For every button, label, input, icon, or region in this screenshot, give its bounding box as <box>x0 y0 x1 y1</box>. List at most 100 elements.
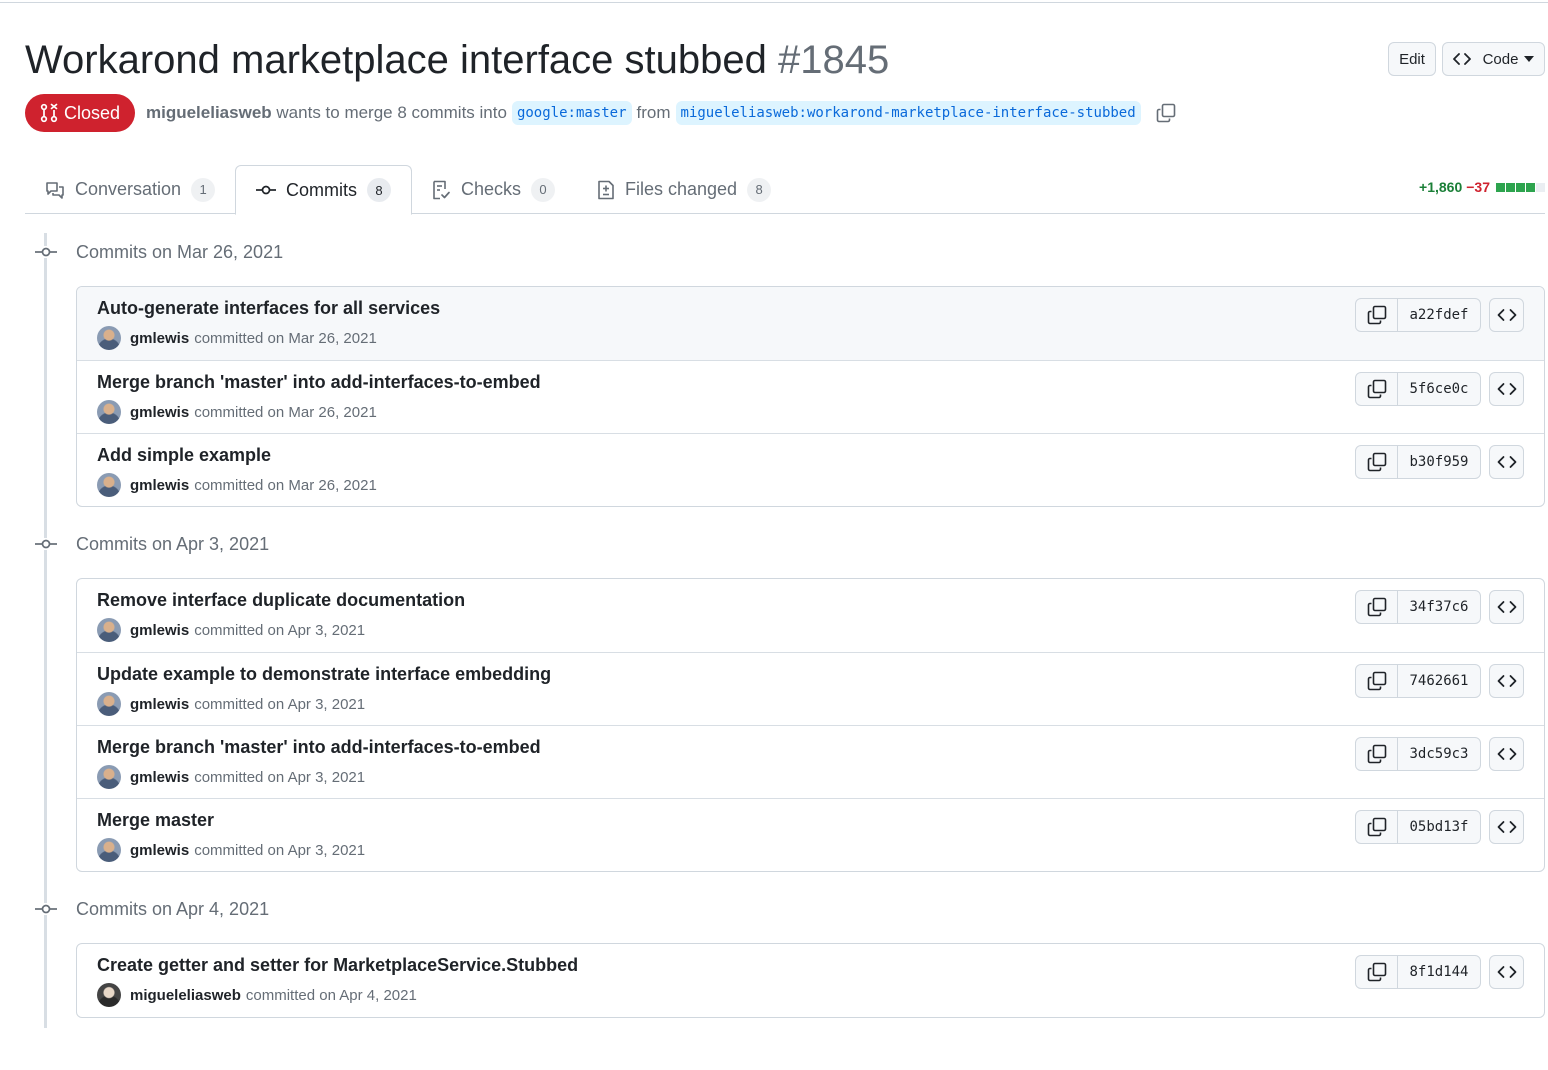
commit-row: Merge master gmlewis committed on Apr 3, 2… <box>77 798 1544 871</box>
avatar[interactable] <box>97 400 121 424</box>
base-branch[interactable]: google:master <box>511 101 632 125</box>
commit-sha[interactable]: 5f6ce0c <box>1398 373 1480 405</box>
commit-author[interactable]: gmlewis <box>130 842 189 859</box>
commit-author[interactable]: gmlewis <box>130 696 189 713</box>
commit-meta: gmlewis committed on Mar 26, 2021 <box>97 326 377 350</box>
commit-author[interactable]: gmlewis <box>130 404 189 421</box>
sha-group: 34f37c6 <box>1355 590 1481 624</box>
commit-message[interactable]: Merge master <box>97 810 214 831</box>
tab-label: Files changed <box>625 179 738 199</box>
deletions-count: −37 <box>1466 179 1490 195</box>
commit-sha[interactable]: 34f37c6 <box>1398 591 1480 623</box>
commit-sha[interactable]: 7462661 <box>1398 665 1480 697</box>
state-badge: Closed <box>25 94 135 132</box>
commit-group-date: Commits on Mar 26, 2021 <box>76 241 284 262</box>
commit-message[interactable]: Merge branch 'master' into add-interface… <box>97 737 541 758</box>
git-commit-icon <box>256 184 276 196</box>
avatar[interactable] <box>97 983 121 1007</box>
tab-label: Conversation <box>75 179 182 199</box>
tab-files-changed[interactable]: Files changed 8 <box>597 165 772 214</box>
commit-row: Create getter and setter for Marketplace… <box>77 944 1544 1017</box>
commit-message[interactable]: Auto-generate interfaces for all service… <box>97 298 440 319</box>
copy-sha-icon[interactable] <box>1356 811 1398 843</box>
avatar[interactable] <box>97 692 121 716</box>
commit-sha[interactable]: a22fdef <box>1398 299 1480 331</box>
copy-sha-icon[interactable] <box>1356 446 1398 478</box>
copy-sha-icon[interactable] <box>1356 665 1398 697</box>
browse-repo-code-icon[interactable] <box>1489 955 1524 989</box>
code-button[interactable]: Code <box>1442 42 1545 76</box>
commit-actions: 7462661 <box>1355 664 1524 698</box>
tab-count: 8 <box>747 177 772 202</box>
tab-conversation[interactable]: Conversation 1 <box>45 165 216 214</box>
avatar[interactable] <box>97 473 121 497</box>
copy-sha-icon[interactable] <box>1356 591 1398 623</box>
commit-author[interactable]: gmlewis <box>130 769 189 786</box>
commit-sha[interactable]: 3dc59c3 <box>1398 738 1480 770</box>
commit-actions: 8f1d144 <box>1355 955 1524 989</box>
avatar[interactable] <box>97 838 121 862</box>
commit-author[interactable]: migueleliasweb <box>130 987 241 1004</box>
tab-commits[interactable]: Commits 8 <box>235 165 412 215</box>
diffstat-blocks <box>1496 182 1545 192</box>
edit-button[interactable]: Edit <box>1388 42 1436 76</box>
commit-author[interactable]: gmlewis <box>130 477 189 494</box>
commit-message[interactable]: Create getter and setter for Marketplace… <box>97 955 578 976</box>
commit-actions: b30f959 <box>1355 445 1524 479</box>
commit-sha[interactable]: b30f959 <box>1398 446 1480 478</box>
commit-meta: gmlewis committed on Apr 3, 2021 <box>97 838 365 862</box>
commit-date: committed on Mar 26, 2021 <box>194 403 377 421</box>
pr-meta-text: migueleliasweb wants to merge 8 commits … <box>146 103 507 123</box>
tab-checks[interactable]: Checks 0 <box>431 165 556 214</box>
diffstat-block-added <box>1496 182 1505 192</box>
pr-author[interactable]: migueleliasweb <box>146 103 272 122</box>
commit-date: committed on Mar 26, 2021 <box>194 329 377 347</box>
avatar[interactable] <box>97 765 121 789</box>
browse-repo-code-icon[interactable] <box>1489 445 1524 479</box>
commit-sha[interactable]: 05bd13f <box>1398 811 1480 843</box>
head-branch[interactable]: migueleliasweb:workarond-marketplace-int… <box>675 101 1141 125</box>
triangle-down-icon <box>1523 56 1534 62</box>
commit-author[interactable]: gmlewis <box>130 330 189 347</box>
commit-group-date: Commits on Apr 4, 2021 <box>76 898 270 919</box>
browse-repo-code-icon[interactable] <box>1489 664 1524 698</box>
commit-row: Merge branch 'master' into add-interface… <box>77 360 1544 433</box>
browse-repo-code-icon[interactable] <box>1489 737 1524 771</box>
avatar[interactable] <box>97 618 121 642</box>
commit-message[interactable]: Merge branch 'master' into add-interface… <box>97 372 541 393</box>
tab-label: Checks <box>461 179 522 199</box>
commit-date: committed on Mar 26, 2021 <box>194 476 377 494</box>
browse-repo-code-icon[interactable] <box>1489 372 1524 406</box>
copy-sha-icon[interactable] <box>1356 373 1398 405</box>
browse-repo-code-icon[interactable] <box>1489 810 1524 844</box>
commit-date: committed on Apr 3, 2021 <box>194 841 366 859</box>
browse-repo-code-icon[interactable] <box>1489 590 1524 624</box>
commit-group: Create getter and setter for Marketplace… <box>76 943 1545 1018</box>
git-commit-icon <box>30 538 62 550</box>
state-label: Closed <box>63 102 121 123</box>
sha-group: 8f1d144 <box>1355 955 1481 989</box>
commit-message[interactable]: Remove interface duplicate documentation <box>97 590 465 611</box>
diffstat-block-added <box>1516 182 1525 192</box>
avatar[interactable] <box>97 326 121 350</box>
code-icon <box>1453 53 1471 65</box>
pr-tabs: Conversation 1 Commits 8 Checks 0 Files … <box>25 165 1545 215</box>
browse-repo-code-icon[interactable] <box>1489 298 1524 332</box>
commit-sha[interactable]: 8f1d144 <box>1398 956 1480 988</box>
sha-group: 7462661 <box>1355 664 1481 698</box>
copy-sha-icon[interactable] <box>1356 299 1398 331</box>
copy-branch-icon[interactable] <box>1156 103 1176 123</box>
commit-actions: 3dc59c3 <box>1355 737 1524 771</box>
diffstat-block-added <box>1506 182 1515 192</box>
commit-message[interactable]: Add simple example <box>97 445 271 466</box>
commit-group: Auto-generate interfaces for all service… <box>76 286 1545 507</box>
commit-group: Remove interface duplicate documentation… <box>76 578 1545 872</box>
copy-sha-icon[interactable] <box>1356 956 1398 988</box>
commit-message[interactable]: Update example to demonstrate interface … <box>97 664 551 685</box>
diffstat: +1,860 −37 <box>1419 179 1545 195</box>
copy-sha-icon[interactable] <box>1356 738 1398 770</box>
pr-title: Workarond marketplace interface stubbed … <box>25 36 889 84</box>
comment-discussion-icon <box>45 181 65 199</box>
commit-author[interactable]: gmlewis <box>130 622 189 639</box>
from-text: from <box>636 103 671 122</box>
